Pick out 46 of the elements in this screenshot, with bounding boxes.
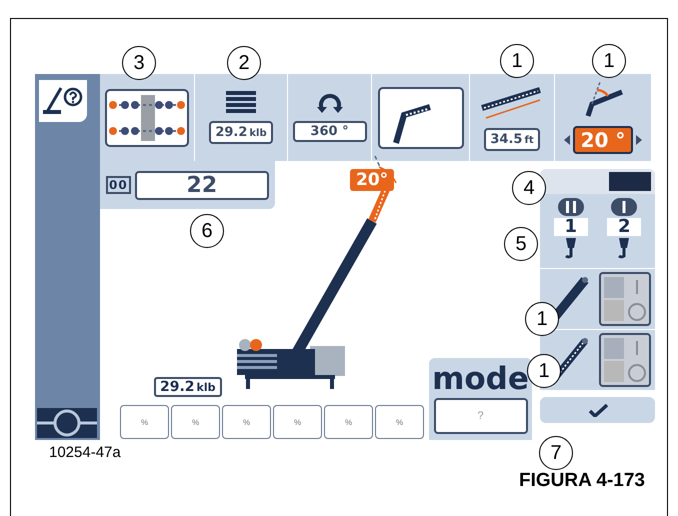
percent-button[interactable]: %: [375, 405, 424, 439]
percent-button[interactable]: %: [171, 405, 220, 439]
callout-number: 1: [592, 44, 626, 78]
winch-icon: [611, 198, 638, 216]
callout-number: 3: [122, 46, 156, 80]
callout-number: 1: [500, 44, 534, 78]
hook-number[interactable]: 2: [607, 218, 642, 236]
rotation-icon: [316, 93, 342, 113]
boom-length-field[interactable]: 34.5 ft: [484, 128, 540, 151]
boom-angle-badge: 20°: [350, 169, 394, 191]
status-indicator: [609, 172, 651, 191]
callout-number: 5: [504, 227, 538, 261]
load-label: 29.2 klb: [154, 377, 222, 397]
crane-help-icon: [41, 86, 85, 116]
confirm-button[interactable]: [540, 397, 655, 423]
checkmark-icon: [588, 403, 608, 417]
swing-field[interactable]: 360 °: [292, 121, 366, 142]
mode-button[interactable]: ?: [434, 398, 528, 434]
callout-number: 1: [525, 302, 559, 336]
boom-angle-field[interactable]: 20 °: [572, 126, 634, 154]
percent-button[interactable]: %: [273, 405, 322, 439]
percent-button[interactable]: %: [324, 405, 373, 439]
callout-number: 7: [539, 436, 573, 470]
callout-number: 6: [190, 214, 224, 248]
callout-number: 2: [227, 46, 261, 80]
increase-arrow-icon[interactable]: [636, 134, 642, 144]
outrigger-icon[interactable]: [37, 408, 97, 438]
callout-number: 4: [512, 171, 546, 205]
outrigger-layout-icon[interactable]: [105, 88, 189, 146]
boom-length-icon: [480, 84, 544, 120]
boom-config-button[interactable]: [378, 86, 464, 148]
hook-number[interactable]: 1: [554, 218, 588, 236]
percent-button[interactable]: %: [120, 405, 169, 439]
winch-icon: [558, 198, 584, 216]
counter-field[interactable]: 22: [134, 170, 269, 200]
percent-button[interactable]: %: [222, 405, 271, 439]
counter-symbol: 00: [106, 176, 131, 194]
toggle-switch[interactable]: [599, 272, 651, 326]
help-button[interactable]: [39, 80, 87, 122]
counterweight-icon: [226, 91, 256, 113]
decrease-arrow-icon[interactable]: [564, 134, 570, 144]
figure-caption: FIGURA 4-173: [519, 470, 645, 492]
counterweight-field[interactable]: 29.2 klb: [209, 121, 273, 144]
figure-id: 10254-47a: [49, 444, 121, 463]
toggle-switch[interactable]: [599, 333, 651, 387]
mode-label: mode: [432, 360, 529, 398]
